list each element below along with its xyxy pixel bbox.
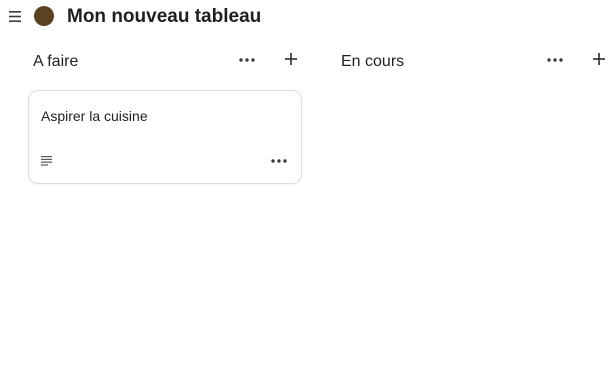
- card-title: Aspirer la cuisine: [41, 108, 148, 124]
- plus-icon[interactable]: [282, 50, 300, 68]
- more-horizontal-icon[interactable]: [544, 52, 566, 68]
- column-title: A faire: [33, 53, 79, 70]
- board-title: Mon nouveau tableau: [67, 6, 262, 27]
- column-a-faire: A faire Aspirer la cuisine: [20, 44, 310, 184]
- column-header: En cours: [328, 44, 616, 80]
- board-color-dot: [34, 6, 54, 26]
- hamburger-menu-icon[interactable]: [9, 11, 21, 22]
- column-title: En cours: [341, 53, 405, 70]
- card-aspirer-la-cuisine[interactable]: Aspirer la cuisine: [28, 90, 302, 184]
- plus-icon[interactable]: [590, 50, 608, 68]
- column-en-cours: En cours: [328, 44, 616, 80]
- board-app: Mon nouveau tableau A faire Aspirer la c…: [0, 0, 616, 390]
- description-lines-icon: [41, 156, 52, 166]
- board-header: Mon nouveau tableau: [0, 0, 616, 36]
- column-header: A faire: [20, 44, 310, 80]
- more-horizontal-icon[interactable]: [236, 52, 258, 68]
- more-horizontal-icon[interactable]: [269, 153, 289, 169]
